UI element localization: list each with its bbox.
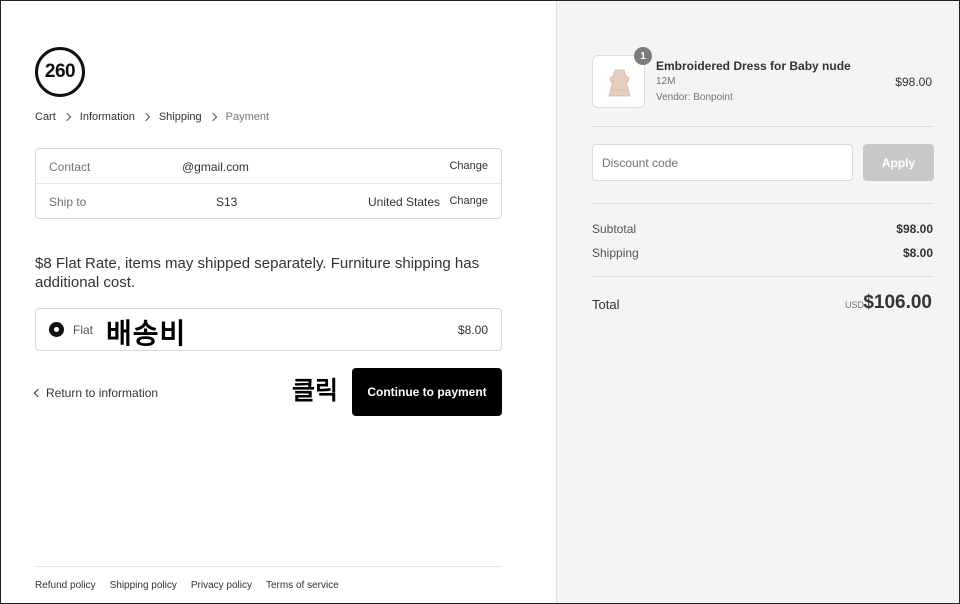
contact-value: @gmail.com [182, 160, 249, 174]
breadcrumb-shipping: Shipping [158, 111, 202, 123]
order-summary: 1 Embroidered Dress for Baby nude 12M Ve… [556, 1, 959, 603]
divider [592, 276, 933, 277]
divider [592, 126, 933, 127]
ship-to-country: United States [368, 195, 441, 209]
return-to-information-link[interactable]: Return to information [33, 386, 159, 400]
product-variant: 12M [656, 76, 676, 87]
shipping-label: Shipping [592, 246, 639, 260]
product-vendor: Vendor: Bonpoint [656, 92, 733, 103]
breadcrumb-information[interactable]: Information [80, 111, 135, 123]
ship-to-value: S13 [216, 195, 238, 209]
footer-links: Refund policy Shipping policy Privacy po… [35, 566, 502, 591]
refund-policy-link[interactable]: Refund policy [35, 580, 96, 591]
shipping-policy-link[interactable]: Shipping policy [110, 580, 177, 591]
terms-of-service-link[interactable]: Terms of service [266, 580, 339, 591]
chevron-right-icon [62, 112, 72, 122]
subtotal-amount: $98.00 [896, 222, 933, 236]
currency-code: USD [845, 300, 865, 310]
change-ship-to-link[interactable]: Change [449, 195, 488, 207]
privacy-policy-link[interactable]: Privacy policy [191, 580, 252, 591]
breadcrumb: Cart Information Shipping Payment [35, 111, 269, 123]
review-row-ship-to: Ship to S13 United States Change [36, 184, 501, 219]
store-logo[interactable]: 260 [35, 47, 85, 97]
divider [592, 203, 933, 204]
shipping-amount: $8.00 [902, 246, 933, 260]
chevron-right-icon [141, 112, 151, 122]
discount-code-input[interactable] [592, 144, 853, 181]
review-row-contact: Contact @gmail.com Change [36, 149, 501, 184]
quantity-badge: 1 [634, 47, 652, 65]
ship-to-label: Ship to [49, 195, 87, 209]
return-link-label: Return to information [46, 386, 159, 400]
shipping-line: Shipping $8.00 [592, 246, 933, 260]
subtotal-label: Subtotal [592, 222, 637, 236]
breadcrumb-cart[interactable]: Cart [35, 111, 56, 123]
annotation-shipping-fee: 배송비 [106, 318, 187, 349]
total-amount: $106.00 [863, 292, 932, 313]
annotation-click: 클릭 [292, 377, 339, 405]
chevron-left-icon [33, 388, 43, 398]
shipping-notice: $8 Flat Rate, items may shipped separate… [35, 255, 480, 291]
shipping-method-name: Flat [73, 323, 94, 337]
continue-to-payment-button[interactable]: Continue to payment [352, 368, 502, 416]
subtotal-line: Subtotal $98.00 [592, 222, 933, 236]
breadcrumb-payment: Payment [225, 111, 270, 123]
radio-selected-icon[interactable] [49, 322, 64, 337]
apply-discount-button[interactable]: Apply [863, 144, 934, 181]
checkout-window: 260 Cart Information Shipping Payment Co… [0, 0, 960, 604]
contact-label: Contact [49, 160, 91, 174]
checkout-main: 260 Cart Information Shipping Payment Co… [1, 1, 556, 603]
product-price: $98.00 [895, 75, 932, 89]
change-contact-link[interactable]: Change [449, 160, 488, 172]
review-block: Contact @gmail.com Change Ship to S13 Un… [35, 148, 502, 219]
chevron-right-icon [208, 112, 217, 122]
total-label: Total [592, 297, 620, 312]
shipping-method-price: $8.00 [457, 323, 488, 337]
product-name: Embroidered Dress for Baby nude [656, 59, 851, 73]
